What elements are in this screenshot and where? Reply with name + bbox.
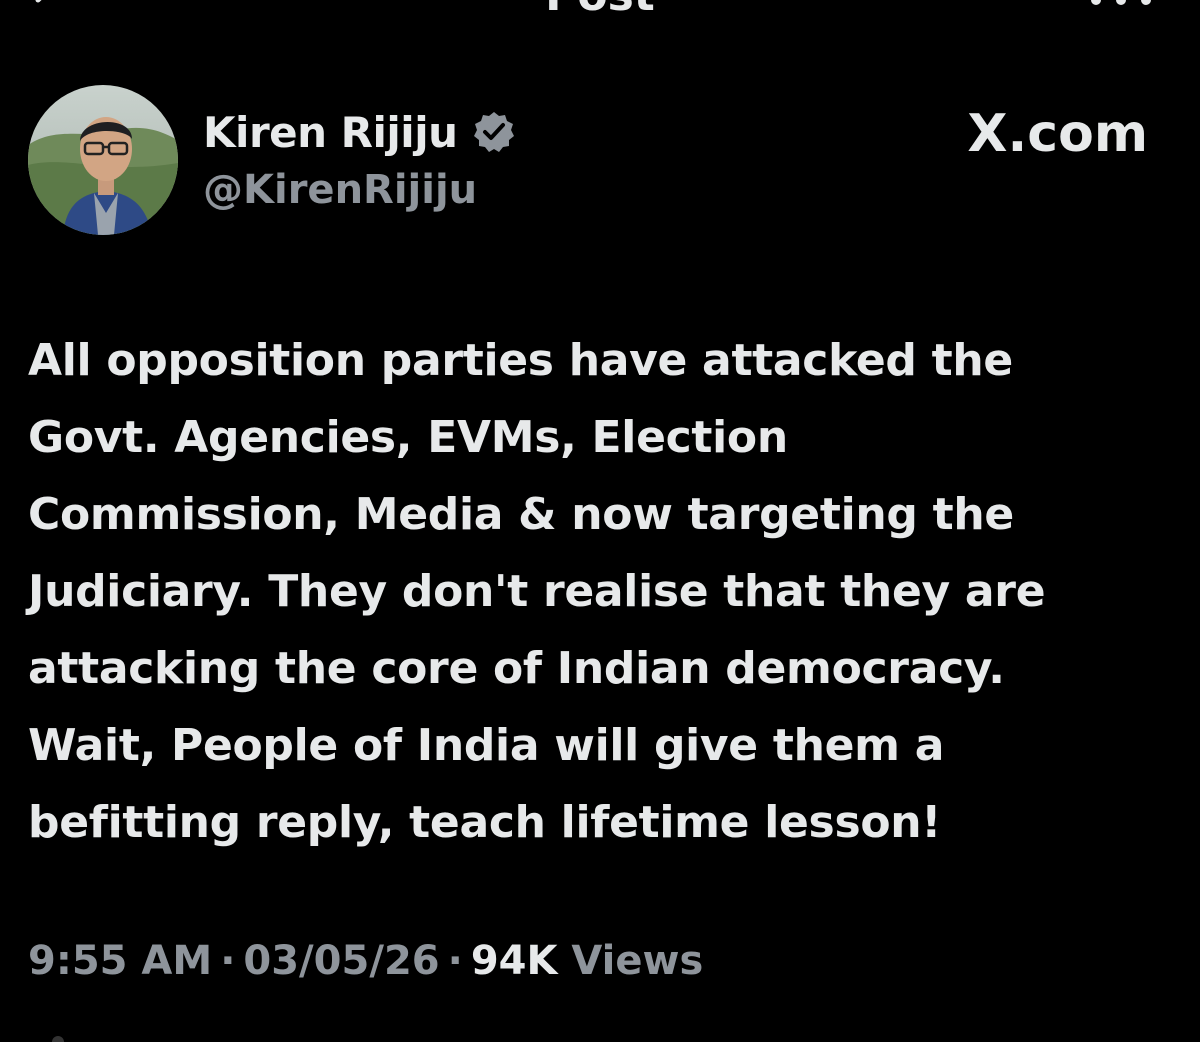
more-horizontal-icon[interactable] [1086,0,1156,10]
post-body-text: All opposition parties have attacked the… [28,335,1046,848]
separator: · [447,938,463,984]
author-handle[interactable]: @KirenRijiju [203,167,477,213]
brand-text: X.com [967,104,1148,164]
author-name-row[interactable]: Kiren Rijiju [203,104,516,160]
bottom-edge [52,1036,64,1042]
views-count[interactable]: 94K [471,938,558,984]
x-com-watermark: X.com [967,104,1148,164]
post-time[interactable]: 9:55 AM [28,938,212,984]
post-date[interactable]: 03/05/26 [243,938,439,984]
verified-badge-icon [473,112,514,152]
avatar[interactable] [28,85,178,235]
top-navigation-bar: Post [0,0,1200,22]
separator: · [220,938,236,984]
views-label[interactable]: Views [571,938,703,984]
profile-photo [28,85,178,235]
display-name[interactable]: Kiren Rijiju [203,108,458,157]
page-title: Post [0,0,1200,20]
post-metadata: 9:55 AM · 03/05/26 · 94K Views [28,933,703,989]
